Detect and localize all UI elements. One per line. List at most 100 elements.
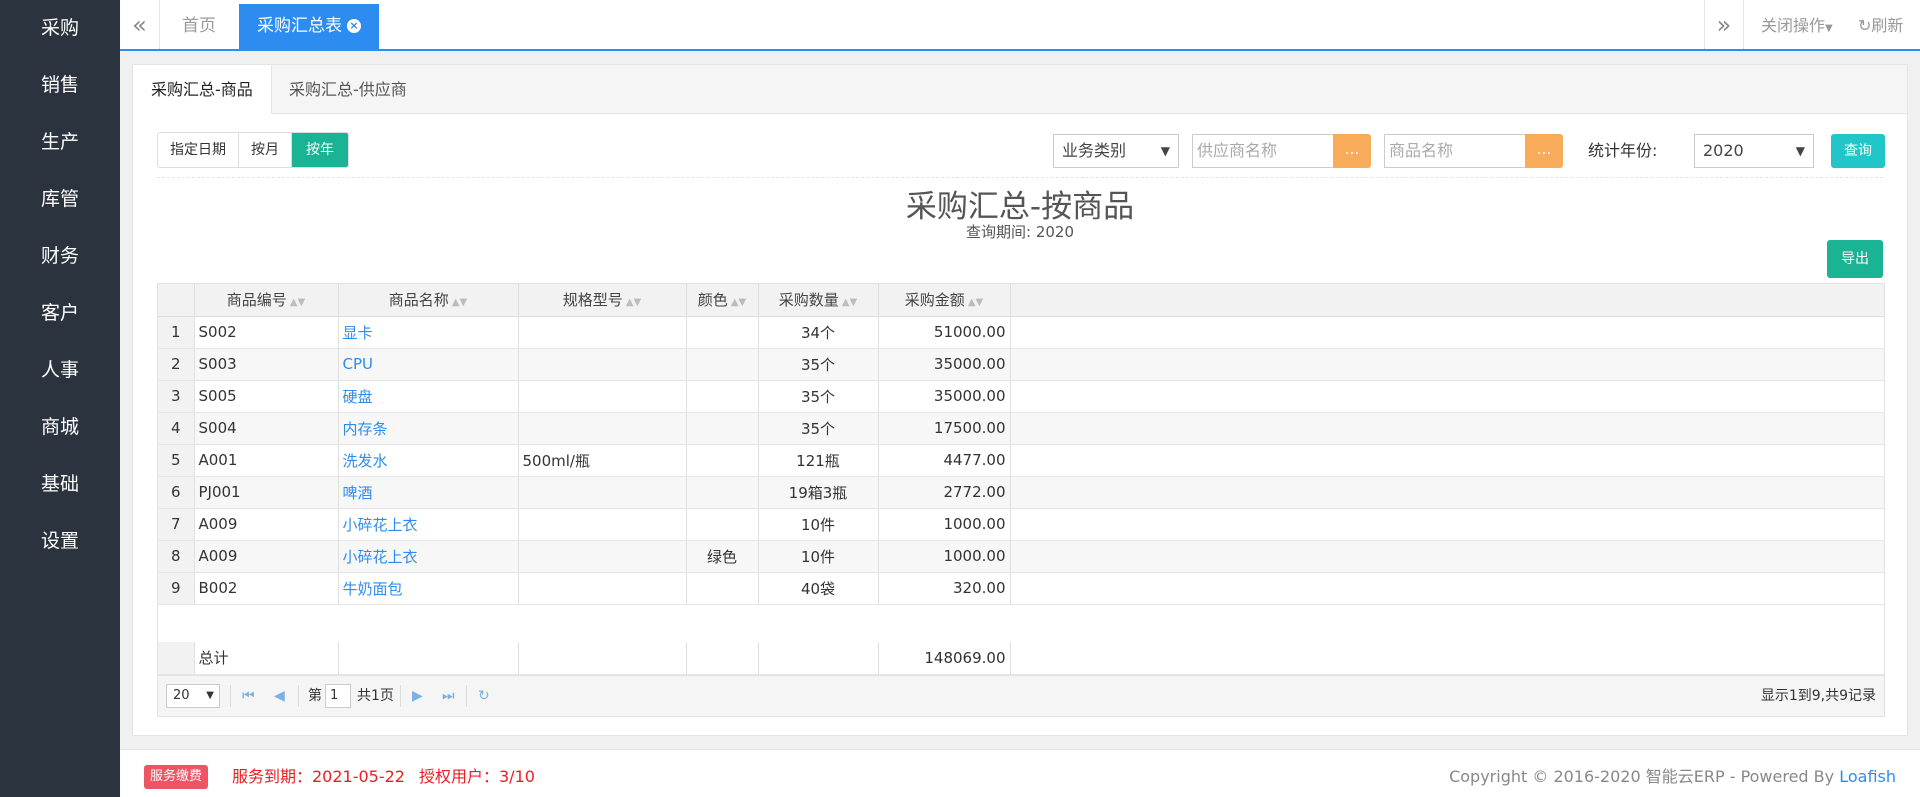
double-chevron-left-icon[interactable]: « (120, 0, 160, 49)
nav-item-basic[interactable]: 基础 (0, 456, 120, 513)
refresh-button[interactable]: ↻刷新 (1858, 0, 1903, 49)
nav-item-finance[interactable]: 财务 (0, 228, 120, 285)
page-prefix: 第 (308, 688, 322, 704)
date-mode-year[interactable]: 按年 (292, 133, 348, 167)
tab-bar: « 首页 采购汇总表 × » 关闭操作▼ ↻刷新 (120, 0, 1920, 51)
powered-by-link[interactable]: Loafish (1839, 767, 1896, 786)
tab-home[interactable]: 首页 (164, 4, 234, 49)
spec: 500ml/瓶 (518, 444, 687, 477)
prev-page-icon[interactable]: ◀ (274, 684, 285, 708)
business-type-value: 业务类别 (1062, 141, 1127, 160)
amount: 1000.00 (878, 540, 1011, 573)
table-row[interactable]: 4 S004 内存条 35个 17500.00 (158, 412, 1884, 445)
nav-item-production[interactable]: 生产 (0, 114, 120, 171)
row-filler (1010, 444, 1884, 477)
product-name-link[interactable]: 牛奶面包 (338, 572, 519, 605)
row-filler (1010, 412, 1884, 445)
close-icon[interactable]: × (347, 19, 361, 33)
header-code[interactable]: 商品编号 ▲▼ (194, 284, 339, 317)
nav-item-sales[interactable]: 销售 (0, 57, 120, 114)
report-title: 采购汇总-按商品 (905, 189, 1135, 225)
amount: 51000.00 (878, 316, 1011, 349)
year-select[interactable]: 2020 ▼ (1694, 134, 1814, 168)
table-row[interactable]: 8 A009 小碎花上衣 绿色 10件 1000.00 (158, 540, 1884, 573)
table-row[interactable]: 3 S005 硬盘 35个 35000.00 (158, 380, 1884, 413)
header-qty[interactable]: 采购数量 ▲▼ (758, 284, 879, 317)
nav-item-customer[interactable]: 客户 (0, 285, 120, 342)
reload-icon[interactable]: ↻ (478, 684, 490, 708)
last-page-icon[interactable]: ⏭ (442, 684, 455, 708)
date-mode-month[interactable]: 按月 (239, 133, 292, 167)
double-chevron-right-icon[interactable]: » (1704, 0, 1744, 49)
product-name-link[interactable]: 显卡 (338, 316, 519, 349)
spec (518, 572, 687, 605)
product-name-link[interactable]: 硬盘 (338, 380, 519, 413)
table-row[interactable]: 6 PJ001 啤酒 19箱3瓶 2772.00 (158, 476, 1884, 509)
table-row[interactable]: 5 A001 洗发水 500ml/瓶 121瓶 4477.00 (158, 444, 1884, 477)
close-operations-dropdown[interactable]: 关闭操作▼ (1761, 0, 1833, 49)
page-number-input[interactable]: 1 (325, 684, 351, 708)
header-spec[interactable]: 规格型号 ▲▼ (518, 284, 687, 317)
page-size-select[interactable]: 20 ▼ (166, 684, 220, 708)
header-rownum (158, 284, 195, 317)
main-panel: 采购汇总-商品 采购汇总-供应商 指定日期 按月 按年 业务类别 ▼ 供应商名称 … (132, 64, 1908, 736)
total-row: 总计 148069.00 (158, 642, 1884, 675)
quantity: 10件 (758, 508, 879, 541)
nav-item-hr[interactable]: 人事 (0, 342, 120, 399)
header-name[interactable]: 商品名称 ▲▼ (338, 284, 519, 317)
header-amount[interactable]: 采购金额 ▲▼ (878, 284, 1011, 317)
product-code: S003 (194, 348, 339, 381)
product-code: PJ001 (194, 476, 339, 509)
product-picker-button[interactable]: ... (1525, 134, 1563, 168)
color (686, 348, 759, 381)
first-page-icon[interactable]: ⏮ (242, 684, 255, 708)
row-number: 3 (158, 380, 195, 413)
nav-item-mall[interactable]: 商城 (0, 399, 120, 456)
table-row[interactable]: 2 S003 CPU 35个 35000.00 (158, 348, 1884, 381)
row-filler (1010, 508, 1884, 541)
tab-by-supplier[interactable]: 采购汇总-供应商 (271, 65, 425, 114)
row-filler (1010, 540, 1884, 573)
query-button[interactable]: 查询 (1831, 134, 1885, 168)
table-row[interactable]: 7 A009 小碎花上衣 10件 1000.00 (158, 508, 1884, 541)
table-row[interactable]: 1 S002 显卡 34个 51000.00 (158, 316, 1884, 349)
product-code: S005 (194, 380, 339, 413)
color (686, 444, 759, 477)
table-row[interactable]: 9 B002 牛奶面包 40袋 320.00 (158, 572, 1884, 605)
amount: 320.00 (878, 572, 1011, 605)
supplier-input[interactable]: 供应商名称 (1192, 134, 1334, 168)
service-payment-badge[interactable]: 服务缴费 (144, 765, 209, 789)
business-type-select[interactable]: 业务类别 ▼ (1053, 134, 1179, 168)
year-value: 2020 (1703, 141, 1744, 160)
pager-separator (298, 685, 299, 707)
date-mode-custom[interactable]: 指定日期 (158, 133, 239, 167)
color (686, 572, 759, 605)
tab-purchase-summary[interactable]: 采购汇总表 × (239, 4, 379, 49)
color (686, 476, 759, 509)
product-name-link[interactable]: 小碎花上衣 (338, 540, 519, 573)
product-name-link[interactable]: 小碎花上衣 (338, 508, 519, 541)
nav-item-purchase[interactable]: 采购 (0, 0, 120, 57)
product-name-link[interactable]: 洗发水 (338, 444, 519, 477)
header-label: 采购金额 (904, 291, 965, 310)
header-color[interactable]: 颜色 ▲▼ (686, 284, 759, 317)
quantity: 10件 (758, 540, 879, 573)
dropdown-arrow-icon: ▼ (206, 690, 214, 701)
product-name-link[interactable]: CPU (338, 348, 519, 381)
product-code: A009 (194, 508, 339, 541)
export-button[interactable]: 导出 (1827, 240, 1883, 278)
refresh-icon: ↻ (1858, 16, 1872, 35)
tab-by-product[interactable]: 采购汇总-商品 (133, 65, 272, 114)
row-filler (1010, 572, 1884, 605)
supplier-picker-button[interactable]: ... (1333, 134, 1371, 168)
product-name-link[interactable]: 内存条 (338, 412, 519, 445)
product-input[interactable]: 商品名称 (1384, 134, 1526, 168)
nav-item-settings[interactable]: 设置 (0, 513, 120, 570)
amount: 35000.00 (878, 348, 1011, 381)
product-code: A001 (194, 444, 339, 477)
next-page-icon[interactable]: ▶ (412, 684, 423, 708)
row-number: 9 (158, 572, 195, 605)
color (686, 412, 759, 445)
nav-item-inventory[interactable]: 库管 (0, 171, 120, 228)
product-name-link[interactable]: 啤酒 (338, 476, 519, 509)
